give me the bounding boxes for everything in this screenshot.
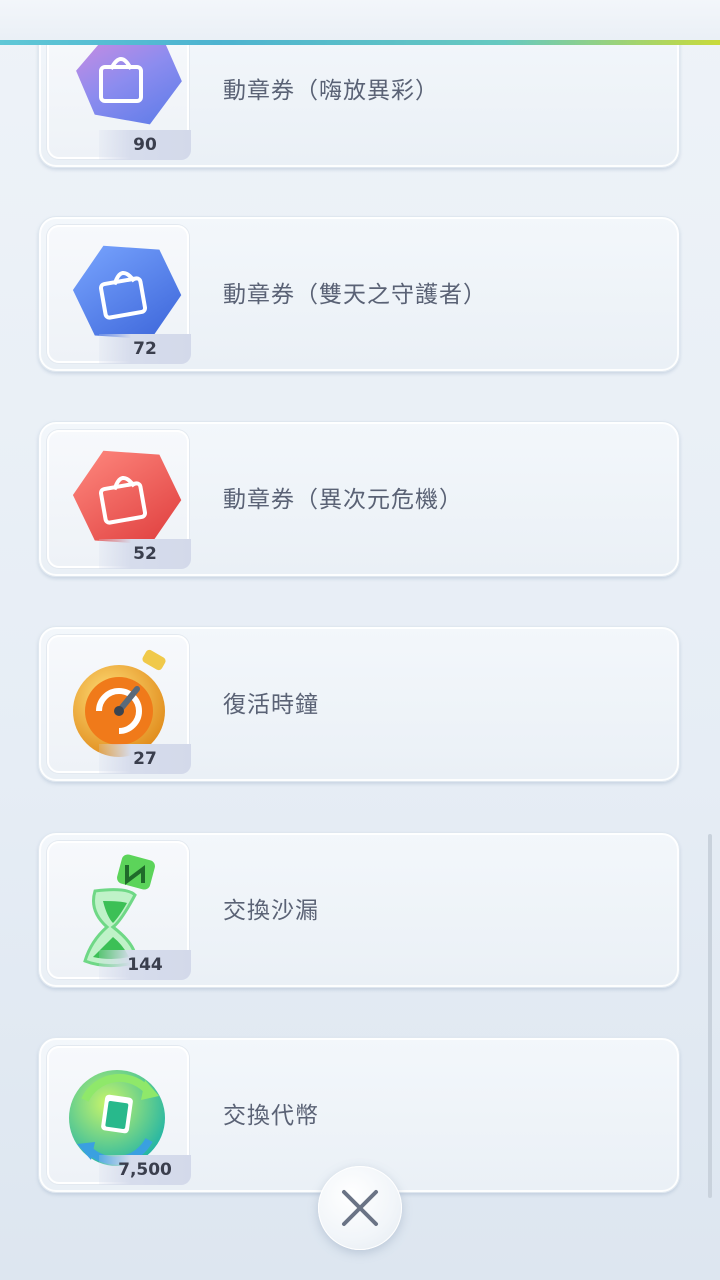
- item-quantity: 27: [99, 744, 191, 774]
- item-name: 動章券（雙天之守護者）: [223, 282, 487, 308]
- header-accent-line: [0, 40, 720, 45]
- scrollbar[interactable]: [708, 834, 712, 1198]
- item-name: 交換沙漏: [223, 898, 319, 924]
- item-name: 復活時鐘: [223, 692, 319, 718]
- item-quantity: 7,500: [99, 1155, 191, 1185]
- list-item[interactable]: 144 交換沙漏: [38, 832, 680, 988]
- item-quantity: 90: [99, 130, 191, 160]
- list-item[interactable]: 52 動章券（異次元危機）: [38, 421, 680, 577]
- list-item[interactable]: 27 復活時鐘: [38, 626, 680, 782]
- item-slot: 52: [47, 430, 191, 569]
- item-slot: 144: [47, 841, 191, 980]
- item-list[interactable]: 90 動章券（嗨放異彩） 72 動章券（雙天之守護者） 52 動章券（異次元危機…: [0, 0, 720, 1280]
- item-quantity: 72: [99, 334, 191, 364]
- item-quantity: 52: [99, 539, 191, 569]
- list-item[interactable]: 72 動章券（雙天之守護者）: [38, 216, 680, 372]
- item-slot: 27: [47, 635, 191, 774]
- close-button[interactable]: [318, 1166, 402, 1250]
- item-quantity: 144: [99, 950, 191, 980]
- item-name: 動章券（異次元危機）: [223, 487, 463, 513]
- header-bar: [0, 0, 720, 44]
- item-name: 交換代幣: [223, 1103, 319, 1129]
- item-slot: 7,500: [47, 1046, 191, 1185]
- item-slot: 72: [47, 225, 191, 364]
- close-icon: [342, 1190, 378, 1226]
